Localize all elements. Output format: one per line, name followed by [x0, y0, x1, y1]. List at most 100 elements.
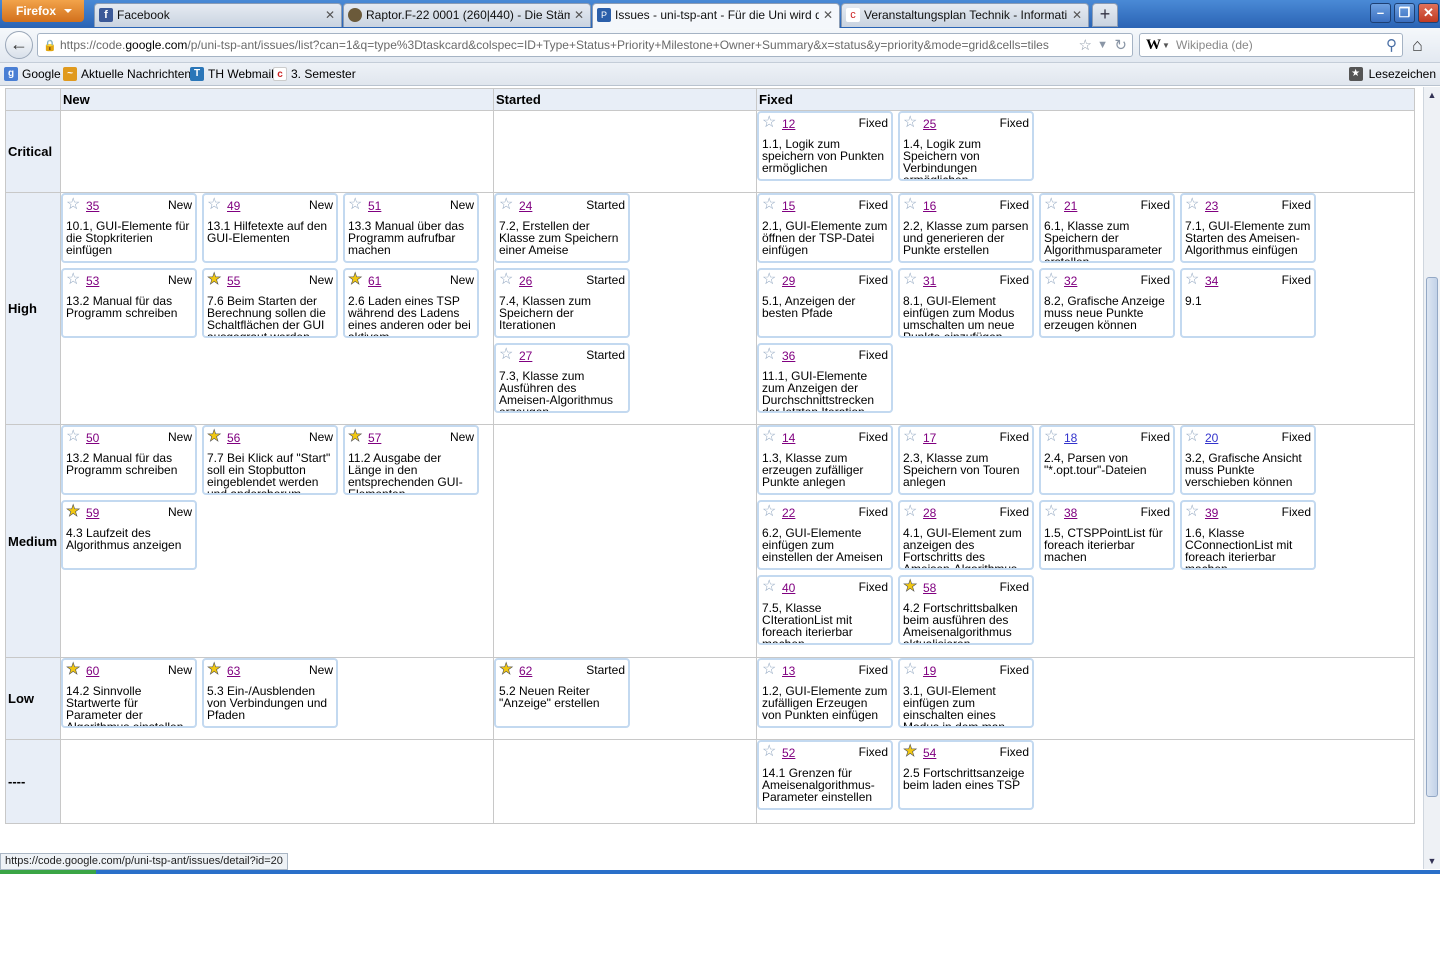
column-header-new[interactable]: New — [60, 88, 494, 111]
star-outline-icon[interactable]: ☆ — [1044, 197, 1058, 213]
scrollbar-thumb[interactable] — [1426, 277, 1438, 797]
issue-tile[interactable]: ★ 55 New 7.6 Beim Starten der Berechnung so… — [202, 268, 338, 338]
star-outline-icon[interactable]: ☆ — [762, 744, 776, 760]
url-text[interactable]: https://code.google.com/p/uni-tsp-ant/is… — [60, 38, 1049, 52]
issue-id-link[interactable]: 27 — [519, 350, 532, 362]
issue-id-link[interactable]: 28 — [923, 507, 936, 519]
issue-tile[interactable]: ☆ 49 New 13.1 Hilfetexte auf den GUI-Elemen… — [202, 193, 338, 263]
issue-tile[interactable]: ☆ 38 Fixed 1.5, CTSPPointList für foreach i… — [1039, 500, 1175, 570]
issue-id-link[interactable]: 36 — [782, 350, 795, 362]
issue-tile[interactable]: ☆ 15 Fixed 2.1, GUI-Elemente zum öffnen der… — [757, 193, 893, 263]
issue-tile[interactable]: ☆ 29 Fixed 5.1, Anzeigen der besten Pfade — [757, 268, 893, 338]
search-icon[interactable]: ⚲ — [1386, 36, 1397, 54]
star-outline-icon[interactable]: ☆ — [499, 197, 513, 213]
issue-tile[interactable]: ☆ 39 Fixed 1.6, Klasse CConnectionList mit … — [1180, 500, 1316, 570]
star-outline-icon[interactable]: ☆ — [1044, 272, 1058, 288]
issue-id-link[interactable]: 24 — [519, 200, 532, 212]
star-outline-icon[interactable]: ☆ — [762, 347, 776, 363]
issue-id-link[interactable]: 59 — [86, 507, 99, 519]
minimize-button[interactable]: – — [1370, 3, 1391, 23]
issue-tile[interactable]: ★ 56 New 7.7 Bei Klick auf "Start" soll ein… — [202, 425, 338, 495]
issue-id-link[interactable]: 62 — [519, 665, 532, 677]
issue-id-link[interactable]: 13 — [782, 665, 795, 677]
issue-id-link[interactable]: 23 — [1205, 200, 1218, 212]
star-outline-icon[interactable]: ☆ — [1185, 504, 1199, 520]
issue-id-link[interactable]: 25 — [923, 118, 936, 130]
star-outline-icon[interactable]: ☆ — [762, 662, 776, 678]
issue-id-link[interactable]: 38 — [1064, 507, 1077, 519]
maximize-button[interactable]: ❐ — [1394, 3, 1415, 23]
issue-tile[interactable]: ☆ 36 Fixed 11.1, GUI-Elemente zum Anzeigen … — [757, 343, 893, 413]
star-outline-icon[interactable]: ☆ — [762, 272, 776, 288]
issue-id-link[interactable]: 18 — [1064, 432, 1077, 444]
star-outline-icon[interactable]: ☆ — [762, 579, 776, 595]
close-tab-icon[interactable]: ✕ — [574, 8, 584, 22]
issue-tile[interactable]: ★ 61 New 2.6 Laden eines TSP während des La… — [343, 268, 479, 338]
bookmark-nachrichten[interactable]: ~ Aktuelle Nachrichten — [63, 67, 191, 81]
issue-id-link[interactable]: 52 — [782, 747, 795, 759]
history-dropdown-icon[interactable]: ▼ — [1097, 39, 1108, 51]
tab-raptor[interactable]: Raptor.F-22 0001 (260|440) - Die Stämm..… — [343, 3, 591, 27]
close-window-button[interactable]: ✕ — [1418, 3, 1439, 23]
close-tab-icon[interactable]: ✕ — [823, 8, 833, 22]
issue-id-link[interactable]: 49 — [227, 200, 240, 212]
issue-tile[interactable]: ☆ 12 Fixed 1.1, Logik zum speichern von Pun… — [757, 111, 893, 181]
issue-id-link[interactable]: 35 — [86, 200, 99, 212]
tab-issues[interactable]: P Issues - uni-tsp-ant - Für die Uni wir… — [592, 3, 840, 28]
issue-tile[interactable]: ☆ 32 Fixed 8.2, Grafische Anzeige muss neue… — [1039, 268, 1175, 338]
bookmark-star-icon[interactable]: ☆ — [1079, 36, 1092, 54]
issue-tile[interactable]: ☆ 13 Fixed 1.2, GUI-Elemente zum zufälligen… — [757, 658, 893, 728]
issue-id-link[interactable]: 63 — [227, 665, 240, 677]
issue-id-link[interactable]: 17 — [923, 432, 936, 444]
star-outline-icon[interactable]: ☆ — [66, 272, 80, 288]
issue-tile[interactable]: ★ 59 New 4.3 Laufzeit des Algorithmus anzei… — [61, 500, 197, 570]
star-outline-icon[interactable]: ☆ — [1185, 272, 1199, 288]
issue-tile[interactable]: ☆ 51 New 13.3 Manual über das Programm aufr… — [343, 193, 479, 263]
star-filled-icon[interactable]: ★ — [207, 271, 222, 288]
reload-icon[interactable]: ↻ — [1114, 36, 1127, 54]
star-filled-icon[interactable]: ★ — [903, 743, 918, 760]
issue-tile[interactable]: ☆ 19 Fixed 3.1, GUI-Element einfügen zum ei… — [898, 658, 1034, 728]
row-header-priority[interactable]: Medium — [5, 424, 61, 658]
star-outline-icon[interactable]: ☆ — [762, 504, 776, 520]
issue-id-link[interactable]: 19 — [923, 665, 936, 677]
issue-id-link[interactable]: 61 — [368, 275, 381, 287]
issue-id-link[interactable]: 51 — [368, 200, 381, 212]
star-outline-icon[interactable]: ☆ — [348, 197, 362, 213]
star-filled-icon[interactable]: ★ — [348, 271, 363, 288]
issue-tile[interactable]: ☆ 28 Fixed 4.1, GUI-Element zum anzeigen de… — [898, 500, 1034, 570]
star-outline-icon[interactable]: ☆ — [903, 662, 917, 678]
scroll-down-icon[interactable]: ▼ — [1425, 854, 1439, 868]
address-bar[interactable]: 🔒 https://code.google.com/p/uni-tsp-ant/… — [37, 33, 1133, 57]
star-outline-icon[interactable]: ☆ — [1185, 197, 1199, 213]
star-outline-icon[interactable]: ☆ — [762, 429, 776, 445]
row-header-priority[interactable]: ---- — [5, 739, 61, 824]
issue-tile[interactable]: ☆ 35 New 10.1, GUI-Elemente für die Stopkri… — [61, 193, 197, 263]
star-outline-icon[interactable]: ☆ — [1185, 429, 1199, 445]
issue-id-link[interactable]: 60 — [86, 665, 99, 677]
issue-id-link[interactable]: 34 — [1205, 275, 1218, 287]
vertical-scrollbar[interactable]: ▲ ▼ — [1423, 87, 1440, 869]
issue-id-link[interactable]: 29 — [782, 275, 795, 287]
issue-id-link[interactable]: 55 — [227, 275, 240, 287]
issue-id-link[interactable]: 31 — [923, 275, 936, 287]
issue-tile[interactable]: ☆ 50 New 13.2 Manual für das Programm schre… — [61, 425, 197, 495]
issue-id-link[interactable]: 53 — [86, 275, 99, 287]
issue-id-link[interactable]: 21 — [1064, 200, 1077, 212]
tab-facebook[interactable]: f Facebook ✕ — [94, 3, 342, 27]
star-outline-icon[interactable]: ☆ — [499, 347, 513, 363]
bookmark-3-semester[interactable]: c 3. Semester — [273, 67, 356, 81]
issue-tile[interactable]: ☆ 21 Fixed 6.1, Klasse zum Speichern der Al… — [1039, 193, 1175, 263]
star-filled-icon[interactable]: ★ — [66, 503, 81, 520]
column-header-fixed[interactable]: Fixed — [756, 88, 1415, 111]
issue-tile[interactable]: ☆ 22 Fixed 6.2, GUI-Elemente einfügen zum e… — [757, 500, 893, 570]
issue-tile[interactable]: ☆ 14 Fixed 1.3, Klasse zum erzeugen zufälli… — [757, 425, 893, 495]
column-header-started[interactable]: Started — [493, 88, 757, 111]
search-engine-dropdown-icon[interactable]: ▼ — [1162, 41, 1170, 50]
issue-id-link[interactable]: 58 — [923, 582, 936, 594]
issue-tile[interactable]: ☆ 20 Fixed 3.2, Grafische Ansicht muss Punk… — [1180, 425, 1316, 495]
search-input[interactable]: Wikipedia (de) — [1176, 38, 1253, 52]
issue-id-link[interactable]: 16 — [923, 200, 936, 212]
issue-id-link[interactable]: 20 — [1205, 432, 1218, 444]
star-outline-icon[interactable]: ☆ — [762, 197, 776, 213]
